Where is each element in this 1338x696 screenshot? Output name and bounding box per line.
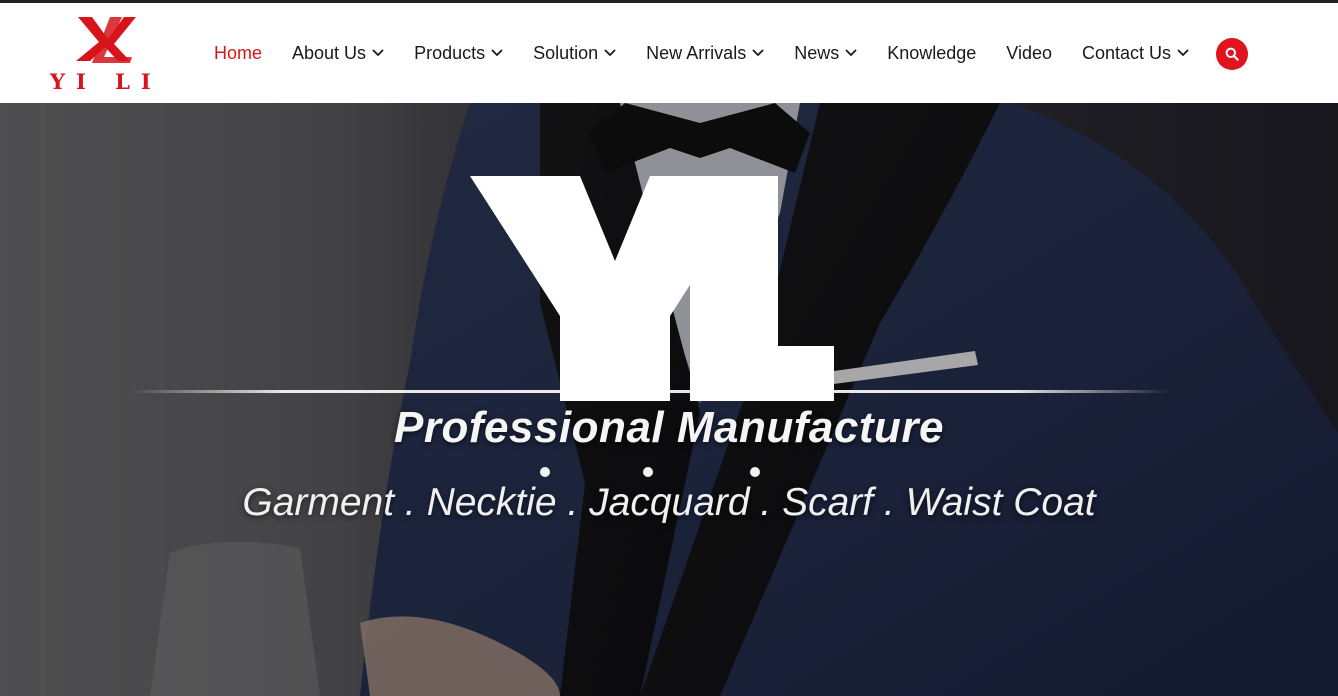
hero-banner: Professional Manufacture Garment . Neckt… (0, 103, 1338, 696)
nav-item-solution[interactable]: Solution (533, 43, 616, 64)
nav-item-about-us[interactable]: About Us (292, 43, 384, 64)
nav-item-home[interactable]: Home (214, 43, 262, 64)
hero-tagline: Professional Manufacture (394, 403, 944, 452)
nav-item-video[interactable]: Video (1006, 43, 1052, 64)
nav-item-new-arrivals[interactable]: New Arrivals (646, 43, 764, 64)
chevron-down-icon (752, 49, 764, 57)
nav-item-label: Products (414, 42, 486, 63)
logo-emblem-icon (76, 17, 136, 63)
chevron-down-icon (491, 49, 503, 57)
site-header: YI LI Home About Us Products Solution Ne… (0, 3, 1338, 103)
chevron-down-icon (372, 49, 384, 57)
separator-dot (750, 467, 760, 477)
nav-item-label: About Us (292, 42, 367, 63)
chevron-down-icon (1177, 49, 1189, 57)
hero-products-line: Garment . Necktie . Jacquard . Scarf . W… (242, 481, 1096, 524)
separator-dot (540, 467, 550, 477)
separator-dot (643, 467, 653, 477)
nav-item-label: Solution (533, 42, 599, 63)
nav-item-label: New Arrivals (646, 42, 747, 63)
yl-hero-mark (470, 176, 834, 401)
nav-item-products[interactable]: Products (414, 43, 503, 64)
chevron-down-icon (845, 49, 857, 57)
nav-item-label: Knowledge (887, 42, 977, 63)
search-button[interactable] (1216, 38, 1248, 70)
nav-item-label: Home (214, 42, 263, 63)
nav-item-label: News (794, 42, 840, 63)
search-icon (1225, 47, 1239, 61)
brand-logo[interactable]: YI LI (50, 13, 160, 95)
nav-item-knowledge[interactable]: Knowledge (887, 43, 976, 64)
nav-item-contact-us[interactable]: Contact Us (1082, 43, 1189, 64)
main-navigation: Home About Us Products Solution New Arri… (214, 3, 1219, 103)
nav-item-label: Video (1006, 42, 1053, 63)
nav-item-label: Contact Us (1082, 42, 1172, 63)
hero-dot-separators (0, 467, 1338, 481)
chevron-down-icon (604, 49, 616, 57)
nav-item-news[interactable]: News (794, 43, 857, 64)
logo-text: YI LI (50, 69, 162, 94)
